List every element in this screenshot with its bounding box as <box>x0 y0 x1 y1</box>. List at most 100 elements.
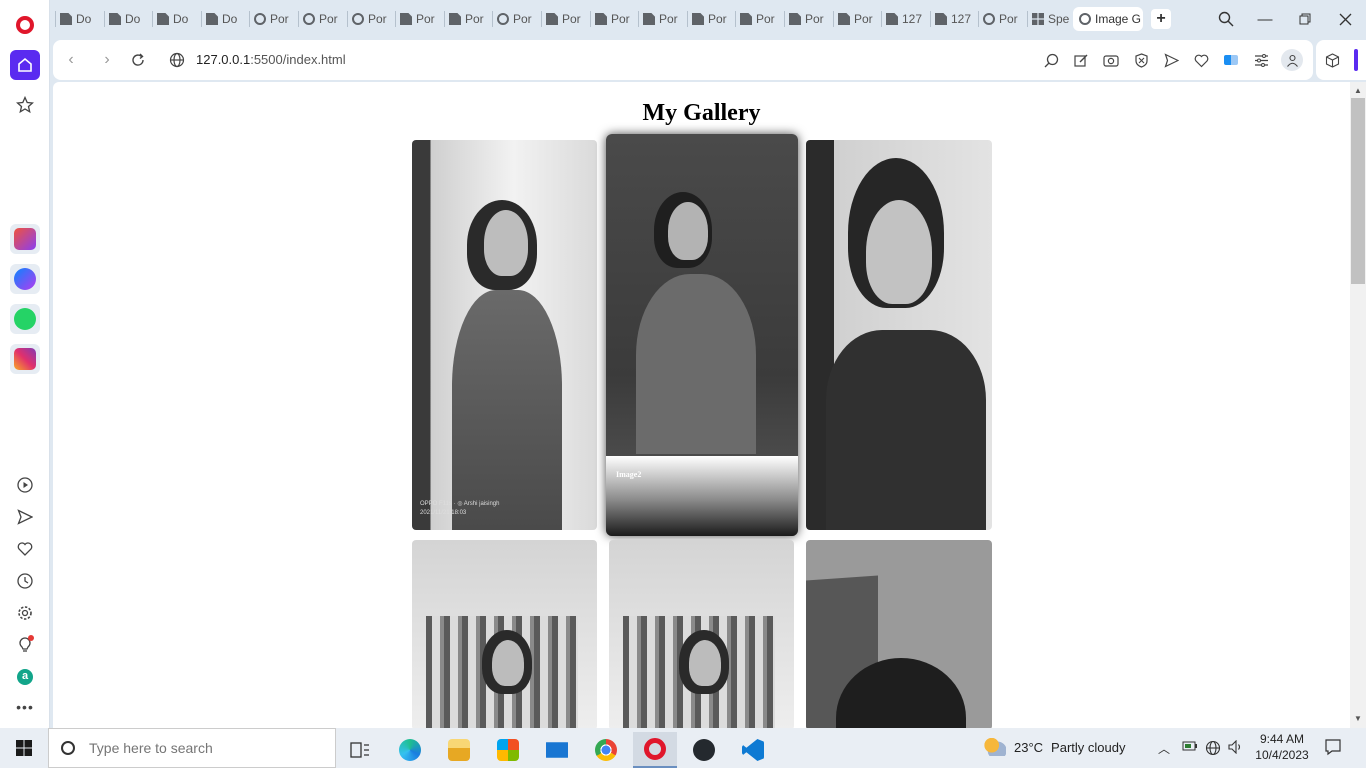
weather-widget[interactable]: 23°C Partly cloudy <box>984 738 1125 756</box>
settings-gear-icon[interactable] <box>10 598 40 628</box>
extensions-cube-icon[interactable] <box>1324 52 1340 68</box>
tab-label: Por <box>756 12 775 26</box>
minimize-button[interactable]: — <box>1253 8 1277 30</box>
tips-lightbulb-icon[interactable] <box>10 630 40 660</box>
tab-label: Do <box>173 12 189 26</box>
more-options-icon[interactable]: ••• <box>10 692 40 722</box>
tab-separator <box>201 11 202 27</box>
tab-separator <box>152 11 153 27</box>
edit-icon[interactable] <box>1073 52 1089 68</box>
speed-dial-star-icon[interactable] <box>10 90 40 120</box>
tab-9[interactable]: Por <box>449 7 489 31</box>
forward-button[interactable]: › <box>97 50 117 70</box>
tab-2[interactable]: Do <box>109 7 149 31</box>
tab-21[interactable]: Spe <box>1032 7 1072 31</box>
battery-saver-icon[interactable] <box>1223 52 1239 68</box>
gallery-image-1[interactable]: OPPO F11s · ◎ Arshi jaisingh 2021/11/21 … <box>412 140 597 530</box>
opera-logo-icon[interactable] <box>10 10 40 40</box>
tab-12[interactable]: Por <box>595 7 635 31</box>
github-desktop-icon[interactable] <box>682 732 726 768</box>
site-info-globe-icon[interactable] <box>167 50 187 70</box>
tab-7[interactable]: Por <box>352 7 392 31</box>
new-tab-button[interactable]: + <box>1151 9 1171 29</box>
flow-send-icon[interactable] <box>1163 52 1179 68</box>
extensions-area <box>1316 40 1366 80</box>
tab-10[interactable]: Por <box>497 7 537 31</box>
edge-browser-icon[interactable] <box>388 732 432 768</box>
photo-body <box>452 290 562 530</box>
tab-8[interactable]: Por <box>400 7 440 31</box>
url-path: :5500/index.html <box>250 52 346 67</box>
notification-dot <box>28 635 34 641</box>
tab-label: Por <box>708 12 727 26</box>
scrollbar-thumb[interactable] <box>1351 98 1365 284</box>
restore-button[interactable] <box>1293 8 1317 30</box>
page-title: My Gallery <box>642 100 761 126</box>
messenger-icon[interactable] <box>10 264 40 294</box>
tab-11[interactable]: Por <box>546 7 586 31</box>
scroll-down-arrow-icon[interactable]: ▼ <box>1353 714 1363 723</box>
amazon-icon[interactable]: a <box>10 662 40 692</box>
tab-search-icon[interactable] <box>1214 8 1238 30</box>
tab-17[interactable]: Por <box>838 7 878 31</box>
gallery-image-4[interactable] <box>412 540 597 728</box>
microsoft-store-icon[interactable] <box>486 732 530 768</box>
file-explorer-icon[interactable] <box>437 732 481 768</box>
tab-5[interactable]: Por <box>254 7 294 31</box>
tab-14[interactable]: Por <box>692 7 732 31</box>
tab-6[interactable]: Por <box>303 7 343 31</box>
start-button[interactable] <box>0 728 48 768</box>
tab-19[interactable]: 127 <box>935 7 975 31</box>
player-icon[interactable] <box>10 470 40 500</box>
easy-setup-icon[interactable] <box>1253 52 1269 68</box>
snapshot-camera-icon[interactable] <box>1103 52 1119 68</box>
notifications-icon[interactable] <box>1324 738 1342 759</box>
photo-stamp-line1: OPPO F11s · ◎ Arshi jaisingh <box>420 501 500 507</box>
gallery-image-6[interactable] <box>806 540 992 728</box>
instagram-icon[interactable] <box>10 344 40 374</box>
chrome-icon[interactable] <box>584 732 628 768</box>
opera-taskbar-icon[interactable] <box>633 732 677 768</box>
tab-1[interactable]: Do <box>60 7 100 31</box>
taskbar-search-input[interactable] <box>89 740 309 756</box>
mail-icon[interactable] <box>535 732 579 768</box>
tab-16[interactable]: Por <box>789 7 829 31</box>
scroll-up-arrow-icon[interactable]: ▲ <box>1353 86 1363 95</box>
tab-18[interactable]: 127 <box>886 7 926 31</box>
bookmark-heart-icon[interactable] <box>1193 52 1209 68</box>
adblock-shield-icon[interactable] <box>1133 52 1149 68</box>
tab-active[interactable]: Image G <box>1073 7 1143 31</box>
page-search-icon[interactable] <box>1043 52 1059 68</box>
whatsapp-icon[interactable] <box>10 304 40 334</box>
system-clock[interactable]: 9:44 AM 10/4/2023 <box>1252 731 1312 763</box>
tab-3[interactable]: Do <box>157 7 197 31</box>
close-window-button[interactable] <box>1333 8 1357 30</box>
heart-icon[interactable] <box>10 534 40 564</box>
tab-20[interactable]: Por <box>983 7 1023 31</box>
tab-15[interactable]: Por <box>740 7 780 31</box>
network-globe-icon[interactable] <box>1205 740 1221 759</box>
gallery-image-3[interactable] <box>806 140 992 530</box>
tab-4[interactable]: Do <box>206 7 246 31</box>
url-field[interactable]: 127.0.0.1:5500/index.html <box>196 52 346 67</box>
volume-speaker-icon[interactable] <box>1228 739 1244 757</box>
document-icon <box>449 13 461 25</box>
history-clock-icon[interactable] <box>10 566 40 596</box>
sidebar-accent-bar <box>1354 49 1358 71</box>
send-icon[interactable] <box>10 502 40 532</box>
vscode-icon[interactable] <box>731 732 775 768</box>
show-hidden-icons-chevron-icon[interactable]: ︿ <box>1158 740 1170 757</box>
profile-avatar-icon[interactable] <box>1281 49 1303 71</box>
home-icon[interactable] <box>10 50 40 80</box>
reload-button[interactable] <box>128 50 148 70</box>
battery-icon[interactable] <box>1182 740 1198 755</box>
gallery-image-2-hovered[interactable]: Image2 <box>606 134 798 536</box>
back-button[interactable]: ‹ <box>61 50 81 70</box>
aria-app-icon[interactable] <box>10 224 40 254</box>
globe-icon <box>303 13 315 25</box>
task-view-icon[interactable] <box>338 732 382 768</box>
taskbar-search-box[interactable] <box>48 728 336 768</box>
page-viewport: My Gallery OPPO F11s · ◎ Arshi jaisingh … <box>53 82 1350 728</box>
tab-13[interactable]: Por <box>643 7 683 31</box>
gallery-image-5[interactable] <box>609 540 794 728</box>
